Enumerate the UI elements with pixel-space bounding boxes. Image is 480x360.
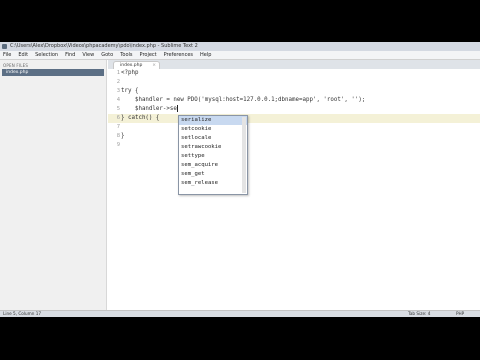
- current-line-text: $handler->se: [121, 106, 177, 112]
- menu-preferences[interactable]: Preferences: [164, 51, 193, 59]
- menu-project[interactable]: Project: [140, 51, 157, 59]
- window-title: C:\Users\Alex\Dropbox\Videos\phpacademy\…: [10, 43, 198, 49]
- menu-goto[interactable]: Goto: [101, 51, 113, 59]
- title-bar: C:\Users\Alex\Dropbox\Videos\phpacademy\…: [0, 42, 480, 51]
- menu-bar: File Edit Selection Find View Goto Tools…: [0, 51, 480, 60]
- line-number: 9: [116, 142, 120, 148]
- autocomplete-item[interactable]: sem_release: [179, 179, 247, 188]
- text-cursor: [176, 105, 178, 112]
- menu-file[interactable]: File: [3, 51, 11, 59]
- code-area[interactable]: <?php try { $handler = new PDO('mysql:ho…: [121, 69, 476, 150]
- autocomplete-item[interactable]: settype: [179, 152, 247, 161]
- status-bar: Line 5, Column 17 Tab Size: 4 PHP: [0, 310, 480, 317]
- code-line-current: $handler->se: [121, 105, 476, 114]
- line-number: 3: [116, 88, 120, 94]
- video-letterbox-top: [0, 0, 480, 42]
- code-editor[interactable]: 1 2 3 4 5 6 7 8 9 <?php try { $handler =…: [108, 69, 480, 311]
- autocomplete-item[interactable]: setlocale: [179, 134, 247, 143]
- line-number: 4: [116, 97, 120, 103]
- autocomplete-item[interactable]: setrawcookie: [179, 143, 247, 152]
- autocomplete-scrollbar[interactable]: [242, 117, 246, 193]
- sidebar-file-index-php[interactable]: index.php: [2, 69, 104, 76]
- menu-edit[interactable]: Edit: [18, 51, 28, 59]
- code-line: <?php: [121, 70, 139, 76]
- menu-help[interactable]: Help: [200, 51, 211, 59]
- menu-find[interactable]: Find: [65, 51, 75, 59]
- autocomplete-item[interactable]: sem_get: [179, 170, 247, 179]
- line-number-gutter: 1 2 3 4 5 6 7 8 9: [108, 69, 120, 311]
- autocomplete-item-selected[interactable]: serialize: [179, 116, 247, 125]
- sidebar: OPEN FILES index.php: [0, 60, 107, 311]
- tab-bar: index.php ×: [108, 60, 480, 69]
- menu-tools[interactable]: Tools: [120, 51, 132, 59]
- line-number: 7: [116, 124, 120, 130]
- autocomplete-popup: serialize setcookie setlocale setrawcook…: [178, 115, 248, 195]
- code-line: try {: [121, 88, 139, 94]
- menu-view[interactable]: View: [82, 51, 94, 59]
- sublime-app-icon: [2, 44, 7, 49]
- tab-index-php[interactable]: index.php ×: [113, 61, 160, 69]
- line-number: 6: [116, 115, 120, 121]
- line-number: 5: [116, 106, 120, 112]
- menu-selection[interactable]: Selection: [35, 51, 58, 59]
- tab-label: index.php: [120, 63, 143, 68]
- autocomplete-item[interactable]: setcookie: [179, 125, 247, 134]
- tab-close-icon[interactable]: ×: [152, 62, 156, 69]
- line-number: 2: [116, 79, 120, 85]
- line-number: 1: [116, 70, 120, 76]
- line-number: 8: [116, 133, 120, 139]
- open-files-header: OPEN FILES: [3, 63, 29, 68]
- autocomplete-item[interactable]: sem_acquire: [179, 161, 247, 170]
- code-line: $handler = new PDO('mysql:host=127.0.0.1…: [121, 97, 366, 103]
- code-line: } catch() {: [121, 115, 160, 121]
- code-line: }: [121, 133, 125, 139]
- video-letterbox-bottom: [0, 317, 480, 360]
